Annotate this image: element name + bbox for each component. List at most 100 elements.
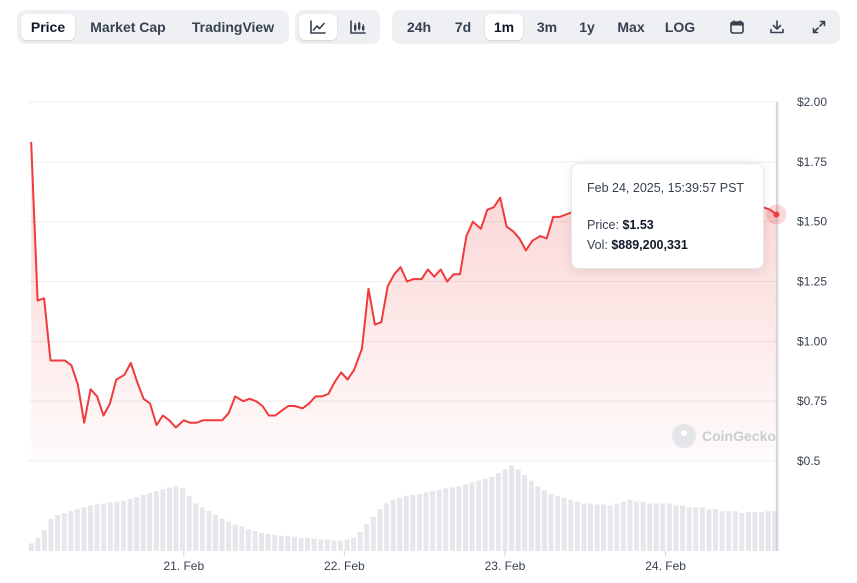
volume-bar <box>68 511 74 551</box>
volume-bar <box>357 532 363 551</box>
volume-bar <box>686 507 692 551</box>
volume-bar <box>719 511 725 551</box>
volume-bar <box>627 499 633 551</box>
hover-marker <box>766 204 787 225</box>
volume-bar <box>127 498 133 551</box>
volume-bar <box>331 540 337 551</box>
volume-bar <box>403 495 409 551</box>
volume-bar <box>160 489 166 551</box>
volume-bar <box>726 511 732 551</box>
volume-bar <box>120 500 126 551</box>
volume-bar <box>338 540 343 551</box>
volume-bar <box>541 490 547 551</box>
tooltip-volume-label: Vol: <box>587 238 608 252</box>
volume-bar <box>620 501 626 551</box>
x-tick-label: 22. Feb <box>324 559 365 573</box>
volume-bar <box>285 535 291 551</box>
volume-bar <box>706 509 712 551</box>
volume-bar <box>423 492 429 551</box>
volume-bar <box>193 503 199 551</box>
x-tick-label: 24. Feb <box>645 559 686 573</box>
tooltip-date: Feb 24, 2025, 15:39:57 PST <box>587 181 745 195</box>
volume-bar <box>515 469 521 551</box>
volume-bar <box>699 507 705 551</box>
volume-bar <box>351 537 357 551</box>
tooltip-price-value: $1.53 <box>622 218 654 232</box>
volume-bar <box>232 524 238 551</box>
volume-bar <box>443 488 449 551</box>
volume-bar <box>94 504 100 551</box>
volume-bar <box>107 502 113 551</box>
watermark-text: CoinGecko <box>702 428 776 444</box>
volume-bar <box>469 482 475 551</box>
volume-bar <box>594 504 600 551</box>
volume-bar <box>239 526 245 551</box>
volume-bar <box>739 513 745 551</box>
y-tick-label: $0.5 <box>797 454 821 468</box>
volume-bar <box>607 505 613 551</box>
volume-bar <box>759 512 765 551</box>
volume-bar <box>166 487 172 551</box>
y-tick-label: $0.75 <box>797 394 827 408</box>
volume-bar <box>495 473 501 551</box>
volume-bar <box>48 518 54 551</box>
volume-bar <box>226 521 232 551</box>
volume-bar <box>555 495 561 551</box>
coingecko-watermark: CoinGecko <box>672 424 776 448</box>
volume-bar <box>489 476 495 551</box>
volume-bar <box>745 512 751 551</box>
x-axis-ticks: 21. Feb 22. Feb 23. Feb 24. Feb <box>163 551 686 573</box>
y-axis-ticks: $2.00 $1.75 $1.50 $1.25 $1.00 $0.75 $0.5 <box>797 95 827 468</box>
volume-bar <box>298 537 304 551</box>
y-tick-label: $1.50 <box>797 215 827 229</box>
tooltip-price-row: Price: $1.53 <box>587 218 654 232</box>
coingecko-logo-icon <box>672 424 696 448</box>
volume-bar <box>41 530 47 551</box>
volume-bar <box>634 501 640 551</box>
volume-bar <box>291 536 297 551</box>
volume-bar <box>114 501 120 551</box>
volume-bar <box>528 480 534 551</box>
volume-bar <box>245 529 251 551</box>
volume-bar <box>574 501 580 551</box>
volume-bar <box>101 503 107 551</box>
volume-bar <box>311 538 317 551</box>
volume-bar <box>640 501 646 551</box>
volume-bar <box>509 465 515 551</box>
y-tick-label: $2.00 <box>797 95 827 109</box>
volume-bar <box>147 493 153 551</box>
volume-bar <box>377 509 383 551</box>
volume-bar <box>35 537 41 551</box>
volume-bar <box>535 486 541 551</box>
volume-bar <box>370 516 376 551</box>
volume-bar <box>252 531 258 551</box>
volume-bar <box>568 499 574 551</box>
volume-bar <box>88 505 93 551</box>
volume-bar <box>693 507 699 551</box>
volume-bar <box>81 507 87 551</box>
volume-bar <box>173 486 179 551</box>
price-chart[interactable]: $2.00 $1.75 $1.50 $1.25 $1.00 $0.75 $0.5 21. F… <box>0 0 857 583</box>
volume-bar <box>456 486 462 551</box>
volume-bar <box>410 494 416 551</box>
volume-bar <box>614 503 620 551</box>
volume-bar <box>660 503 666 551</box>
volume-bar <box>653 503 659 551</box>
volume-bar <box>482 478 488 551</box>
x-tick-label: 21. Feb <box>163 559 204 573</box>
volume-bar <box>588 503 593 551</box>
y-tick-label: $1.00 <box>797 334 827 348</box>
volume-bar <box>318 539 324 551</box>
x-tick-label: 23. Feb <box>485 559 526 573</box>
volume-bar <box>206 511 212 551</box>
volume-bar <box>272 534 278 551</box>
volume-bar <box>219 518 225 551</box>
volume-bar <box>134 496 140 551</box>
price-tooltip: Feb 24, 2025, 15:39:57 PST Price: $1.53 … <box>571 163 764 269</box>
volume-bar <box>436 490 442 551</box>
y-tick-label: $1.25 <box>797 275 827 289</box>
volume-bar <box>213 514 218 551</box>
volume-bar <box>647 503 653 551</box>
volume-bar <box>140 494 146 551</box>
volume-bar <box>476 480 482 551</box>
